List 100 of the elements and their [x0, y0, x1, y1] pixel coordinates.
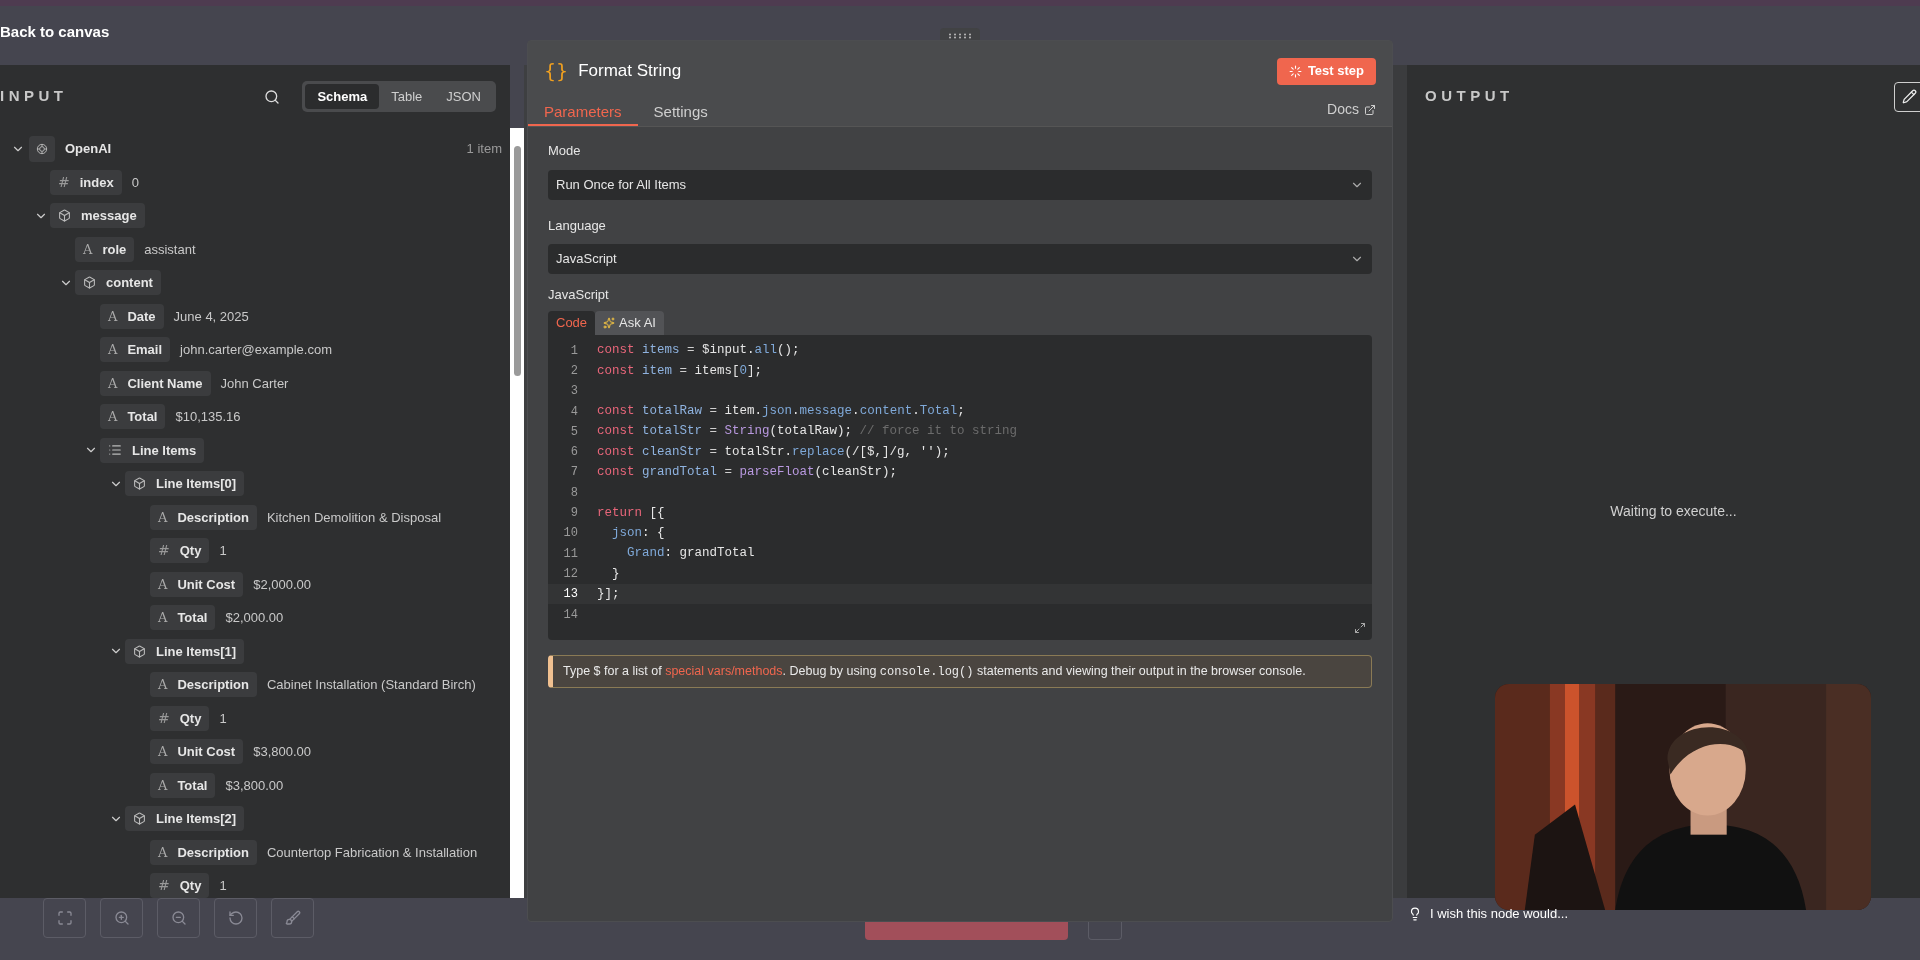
- field-key-pill[interactable]: A Unit Cost: [150, 739, 244, 765]
- cube-icon: [58, 209, 71, 223]
- line-number: 5: [569, 423, 578, 441]
- type-glyph: #: [158, 876, 170, 896]
- field-key-pill[interactable]: A Email: [100, 337, 171, 363]
- field-key: Line Items[2]: [156, 809, 237, 829]
- code-line: }: [611, 565, 620, 583]
- field-key: Date: [127, 306, 156, 326]
- field-value: John Carter: [220, 374, 289, 393]
- line-number: 12: [562, 565, 578, 583]
- type-glyph: A: [108, 307, 118, 326]
- field-key: Qty: [179, 876, 202, 896]
- field-value: 1: [219, 542, 227, 560]
- type-glyph: #: [58, 172, 70, 192]
- field-key: Total: [177, 775, 208, 795]
- field-key: Description: [177, 842, 249, 862]
- line-number: 14: [562, 606, 578, 624]
- code-line: const totalRaw = item.json.message.content.Total;: [597, 403, 965, 421]
- field-key: message: [81, 206, 137, 226]
- field-key-pill[interactable]: Line Items[2]: [125, 806, 245, 832]
- openai-logo-icon: [35, 141, 49, 156]
- field-key-pill[interactable]: Line Items: [100, 437, 205, 463]
- field-value: assistant: [144, 240, 196, 259]
- search-icon[interactable]: [264, 88, 281, 105]
- back-link[interactable]: Back to canvas: [0, 21, 110, 44]
- type-glyph: A: [83, 240, 93, 259]
- resize-icon[interactable]: [1354, 621, 1366, 634]
- view-tab[interactable]: JSON: [434, 84, 493, 109]
- fit-view-icon: [56, 910, 73, 926]
- field-key-pill[interactable]: # index: [50, 169, 122, 195]
- type-glyph: A: [158, 508, 168, 527]
- field-key: Unit Cost: [177, 574, 236, 594]
- code-tab[interactable]: Code: [548, 310, 596, 335]
- line-number: 1: [569, 342, 578, 360]
- node-title: Format String: [578, 60, 682, 83]
- field-key-pill[interactable]: A Unit Cost: [150, 571, 244, 597]
- field-key-pill[interactable]: A Date: [100, 303, 164, 329]
- field-key-pill[interactable]: A Description: [150, 672, 257, 698]
- panel-tab[interactable]: Settings: [637, 100, 724, 126]
- docs-link[interactable]: Docs: [1327, 99, 1376, 120]
- field-key-pill[interactable]: # Qty: [150, 705, 210, 731]
- field-key-pill[interactable]: A Total: [150, 605, 216, 631]
- list-icon: [108, 443, 122, 458]
- field-key-pill[interactable]: A Description: [150, 839, 257, 865]
- code-line: return [{: [597, 504, 665, 522]
- field-key-pill[interactable]: message: [50, 203, 145, 229]
- field-key: Description: [177, 675, 249, 695]
- panel-title: INPUT: [0, 86, 68, 107]
- lightbulb-icon: [1408, 906, 1422, 921]
- field-key-pill[interactable]: A Client Name: [100, 370, 211, 396]
- field-value: Cabinet Installation (Standard Birch): [266, 676, 476, 694]
- cube-icon: [133, 644, 146, 658]
- field-value: 0: [131, 173, 139, 192]
- type-glyph: A: [158, 575, 168, 594]
- view-tab[interactable]: Schema: [305, 84, 380, 109]
- hint-text: Type $ for a list of special vars/methods. Debug by using console.log() statements and viewing their output in the browser console.: [563, 662, 1306, 681]
- select-field[interactable]: Run Once for All Items: [548, 169, 1372, 200]
- field-value: $3,800.00: [253, 743, 311, 761]
- line-number: 10: [562, 525, 578, 543]
- field-key: OpenAI: [65, 139, 112, 159]
- code-tab[interactable]: Ask AI: [595, 310, 664, 335]
- field-key-pill[interactable]: OpenAI: [27, 136, 120, 162]
- code-line: const grandTotal = parseFloat(cleanStr);: [597, 464, 898, 482]
- line-number: 13: [562, 586, 578, 604]
- field-key-pill[interactable]: # Qty: [150, 538, 210, 564]
- scrollbar[interactable]: [510, 128, 524, 898]
- view-tab[interactable]: Table: [379, 84, 435, 109]
- field-key-pill[interactable]: A Total: [100, 404, 166, 430]
- code-line: }];: [597, 585, 620, 603]
- field-key: Unit Cost: [177, 742, 236, 762]
- field-key-pill[interactable]: Line Items[0]: [125, 471, 245, 497]
- feedback-prompt[interactable]: I wish this node would...: [1430, 904, 1569, 924]
- type-glyph: A: [158, 676, 168, 694]
- field-key: Line Items[0]: [156, 474, 237, 494]
- field-key-pill[interactable]: A role: [75, 236, 135, 262]
- line-number: 2: [569, 362, 578, 380]
- field-key: Client Name: [127, 373, 203, 393]
- code-line: const item = items[0];: [597, 362, 763, 380]
- field-key: Total: [127, 407, 158, 427]
- line-number: 7: [569, 464, 578, 482]
- zoom-in-icon: [113, 910, 130, 926]
- code-line: Grand: grandTotal: [626, 545, 755, 563]
- field-key: Description: [177, 507, 249, 527]
- edit-button[interactable]: [1894, 81, 1920, 112]
- field-key-pill[interactable]: Line Items[1]: [125, 638, 245, 664]
- select-field[interactable]: JavaScript: [548, 244, 1372, 274]
- cube-icon: [133, 477, 146, 491]
- braces-icon: {}: [544, 56, 569, 86]
- pencil-icon: [1901, 89, 1917, 104]
- field-value: June 4, 2025: [173, 307, 249, 326]
- field-key-pill[interactable]: A Description: [150, 504, 257, 530]
- drag-dots-icon: [948, 33, 972, 39]
- zoom-out-icon: [170, 910, 187, 926]
- field-key-pill[interactable]: content: [75, 270, 161, 296]
- external-link-icon: [1364, 103, 1376, 116]
- line-number: 3: [569, 383, 578, 401]
- field-key-pill[interactable]: A Total: [150, 772, 216, 798]
- type-glyph: A: [108, 374, 118, 393]
- canvas-tool-button[interactable]: [100, 898, 143, 938]
- field-key-pill[interactable]: # Qty: [150, 873, 210, 898]
